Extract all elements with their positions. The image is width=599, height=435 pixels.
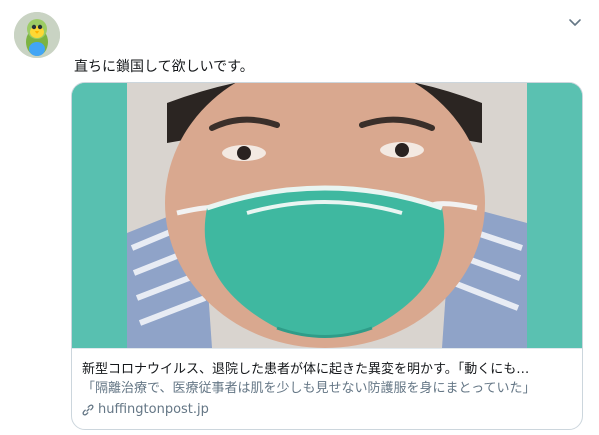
card-domain[interactable]: huffingtonpost.jp: [82, 401, 209, 418]
card-domain-text: huffingtonpost.jp: [98, 402, 209, 417]
tweet-text: 直ちに鎖国して欲しいです。: [74, 59, 254, 75]
card-image[interactable]: [72, 83, 582, 348]
card-body[interactable]: 新型コロナウイルス、退院した患者が体に起きた異変を明かす。「動くにも… 「隔離治…: [72, 348, 582, 429]
chevron-down-icon: [569, 19, 581, 26]
link-card[interactable]: 新型コロナウイルス、退院した患者が体に起きた異変を明かす。「動くにも… 「隔離治…: [71, 82, 583, 430]
user-avatar[interactable]: [14, 12, 60, 58]
tweet-menu-button[interactable]: [567, 14, 583, 26]
masked-man-photo: [72, 83, 582, 348]
card-title[interactable]: 新型コロナウイルス、退院した患者が体に起きた異変を明かす。「動くにも…: [82, 361, 574, 378]
card-description: 「隔離治療で、医療従事者は肌を少しも見せない防護服を身にまとっていた」: [82, 381, 536, 396]
parrot-avatar-icon: [14, 12, 60, 58]
link-icon: [82, 404, 94, 415]
tweet[interactable]: 直ちに鎖国して欲しいです。 新型コロナウイルス、退院した患者が体に起きた異変を明…: [0, 0, 599, 435]
